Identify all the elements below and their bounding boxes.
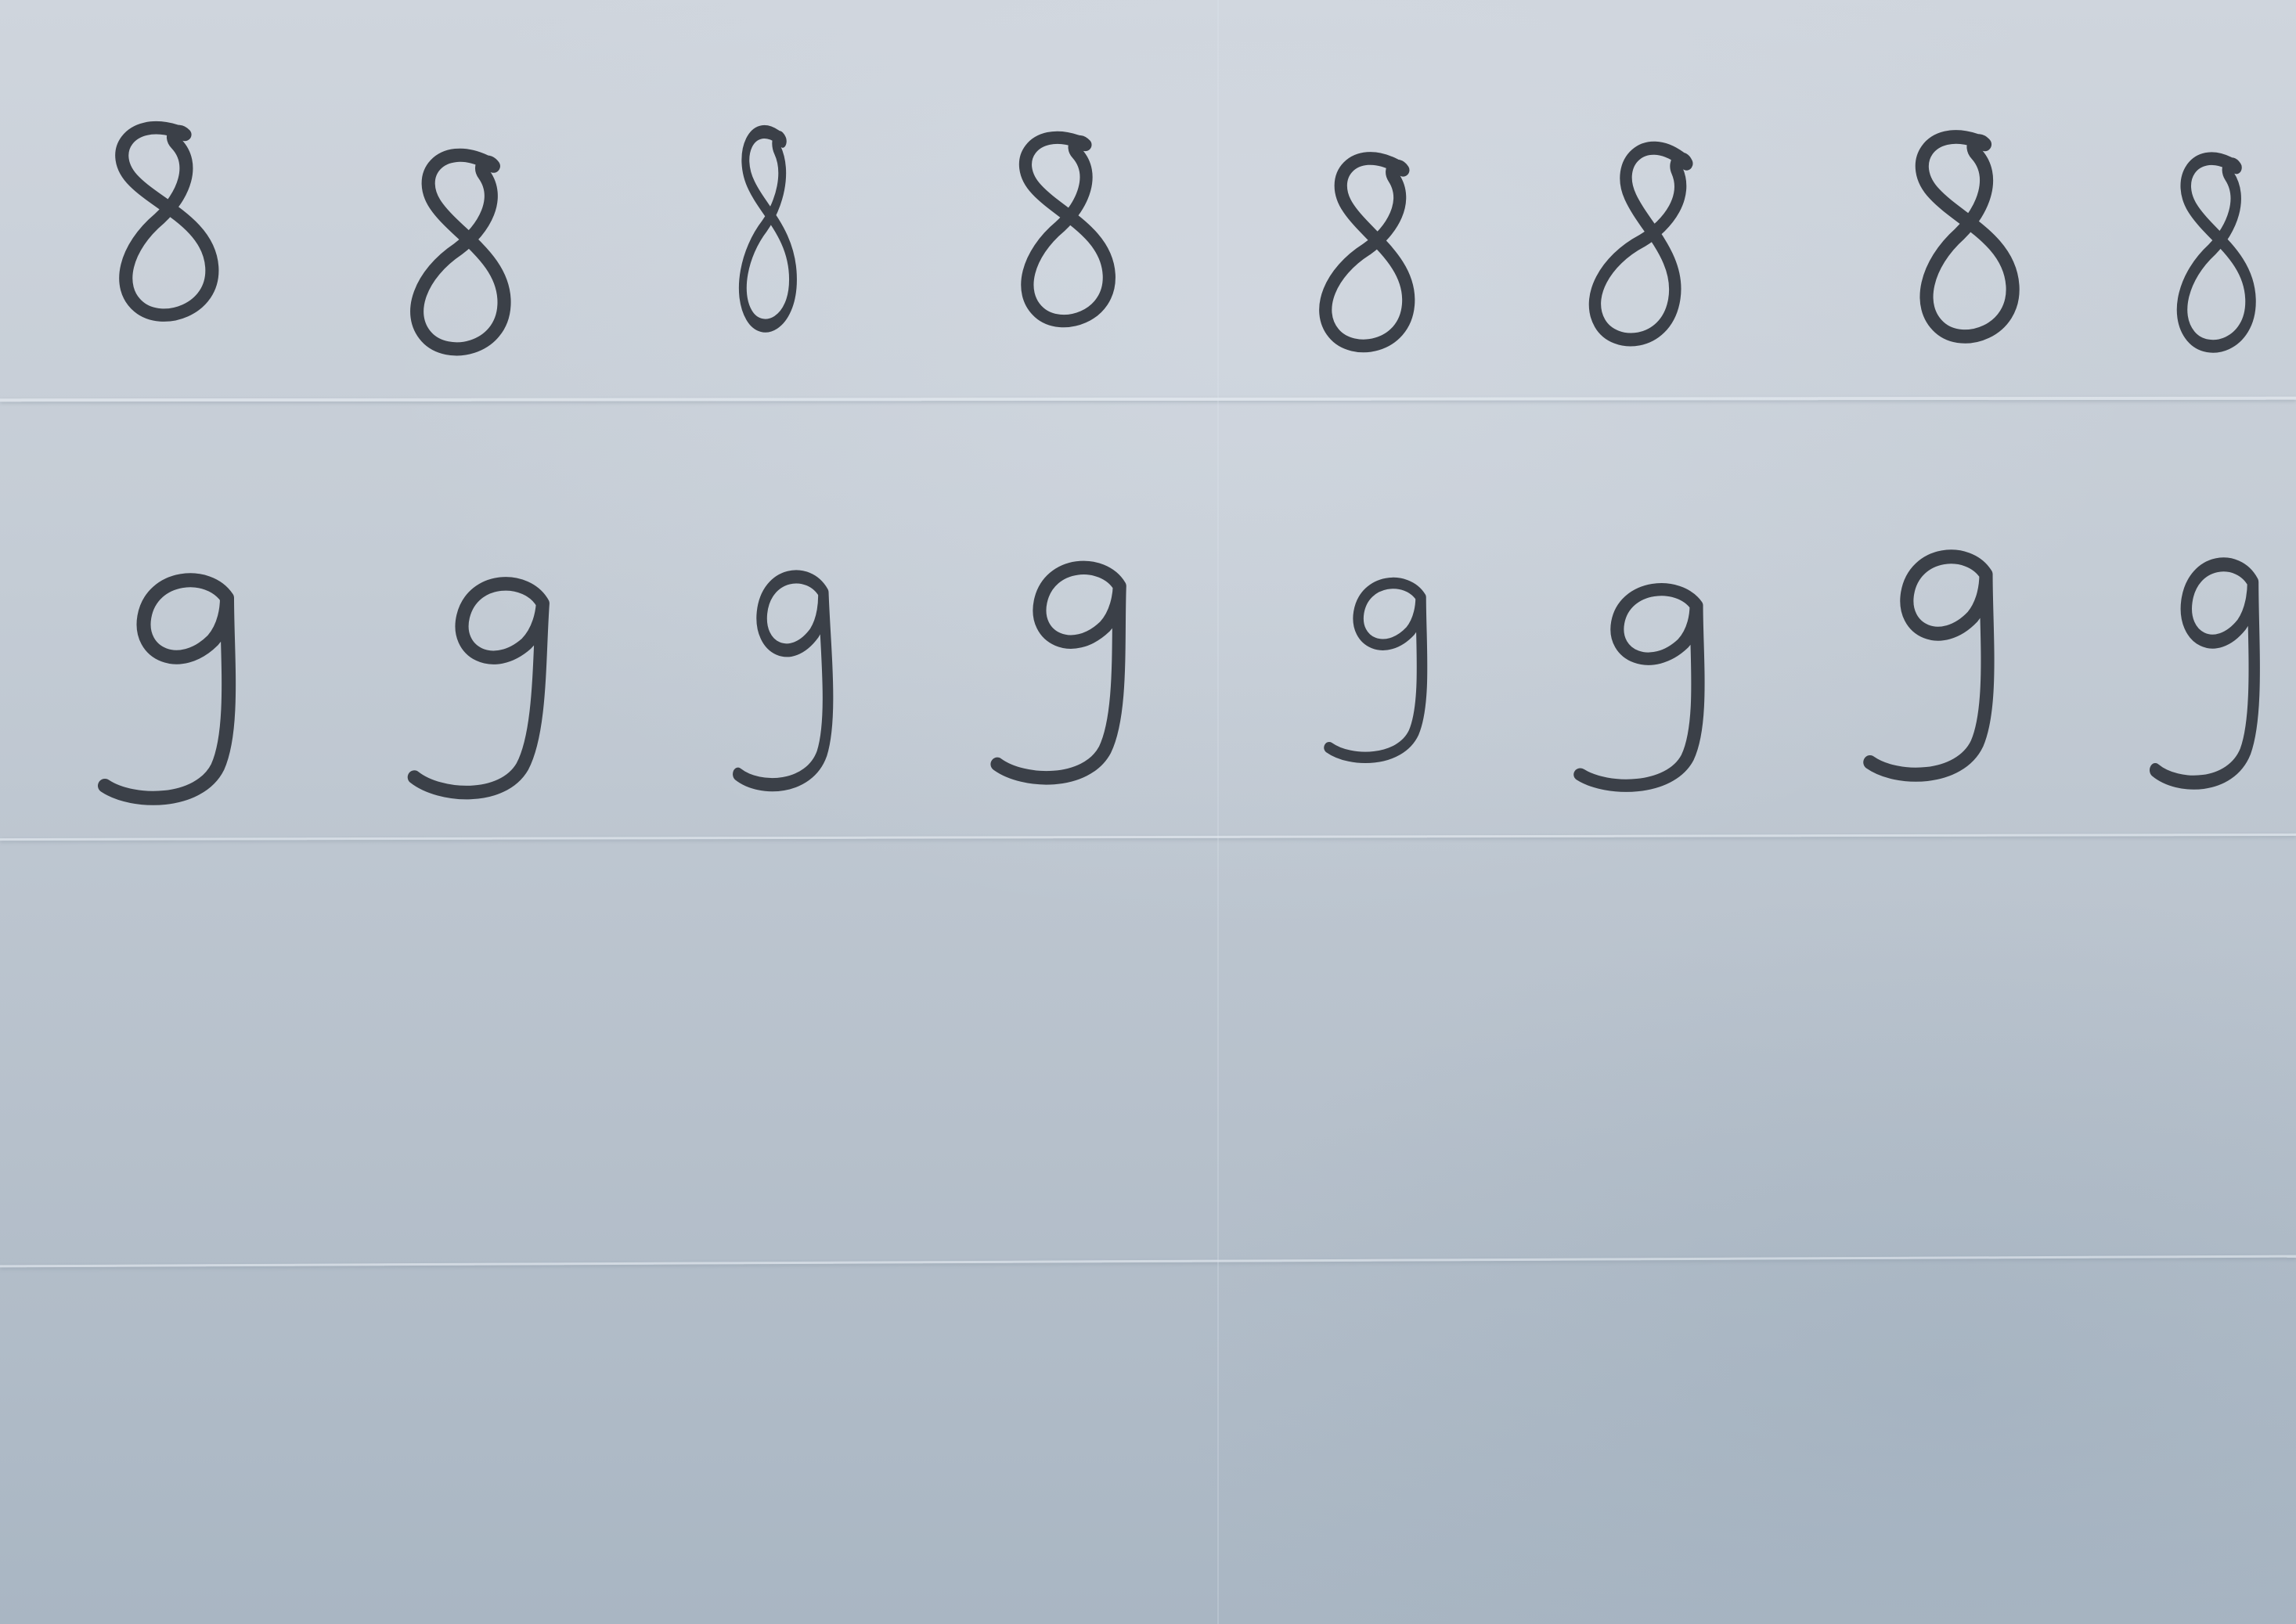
digit-glyph [1324, 577, 1428, 764]
digit-stroke [733, 570, 834, 792]
handwritten-digit-8: 8 [1863, 102, 2067, 383]
handwritten-digit-8: 8 [1268, 117, 1472, 399]
digit-stroke [410, 148, 511, 356]
handwritten-digit-9: 9 [689, 524, 892, 806]
digit-glyph [115, 121, 219, 322]
handwritten-digit-8: 8 [665, 94, 869, 376]
digit-stroke [1573, 583, 1705, 792]
digit-stroke [1319, 152, 1415, 353]
row-nines: 99999999 [0, 485, 2296, 805]
digit-glyph [2150, 557, 2260, 790]
digit-stroke [738, 125, 797, 333]
digit-stroke [1324, 577, 1428, 764]
handwritten-digit-9: 9 [971, 517, 1174, 798]
digit-glyph [410, 148, 511, 356]
paper-fold-line [0, 1255, 2296, 1268]
digit-glyph [738, 125, 797, 333]
digit-glyph [1588, 141, 1693, 347]
digit-glyph [1863, 549, 1995, 782]
digit-glyph [1319, 152, 1415, 353]
digit-stroke [407, 577, 550, 800]
handwritten-digit-8: 8 [963, 94, 1166, 376]
digit-stroke [1863, 549, 1995, 782]
handwritten-digit-9: 9 [78, 532, 282, 814]
handwritten-digit-8: 8 [63, 86, 266, 368]
digit-stroke [1018, 131, 1116, 328]
digit-glyph [1915, 130, 2020, 344]
digit-glyph [733, 570, 834, 792]
photo-background: 88888888 99999999 [0, 0, 2296, 1624]
digit-stroke [2176, 152, 2256, 353]
handwritten-digit-8: 8 [360, 117, 564, 399]
digit-glyph [2176, 152, 2256, 353]
digit-stroke [1915, 130, 2020, 344]
handwritten-digit-8: 8 [2114, 117, 2296, 399]
handwritten-digit-9: 9 [391, 532, 595, 814]
digit-glyph [407, 577, 550, 800]
digit-stroke [1588, 141, 1693, 347]
digit-glyph [990, 560, 1126, 785]
handwritten-digit-8: 8 [1542, 110, 1746, 391]
handwritten-digit-9: 9 [1550, 532, 1754, 814]
handwritten-digit-9: 9 [1840, 509, 2043, 790]
row-eights: 88888888 [0, 70, 2296, 383]
digit-stroke [2150, 557, 2260, 790]
digit-glyph [1573, 583, 1705, 792]
handwritten-digit-9: 9 [1284, 517, 1487, 798]
digit-stroke [990, 560, 1126, 785]
digit-glyph [1018, 131, 1116, 328]
digit-stroke [115, 121, 219, 322]
paper-fold-line [0, 396, 2296, 402]
digit-stroke [98, 573, 236, 805]
digit-glyph [98, 573, 236, 805]
paper-fold-line [0, 833, 2296, 841]
handwritten-digit-9: 9 [2114, 517, 2296, 798]
